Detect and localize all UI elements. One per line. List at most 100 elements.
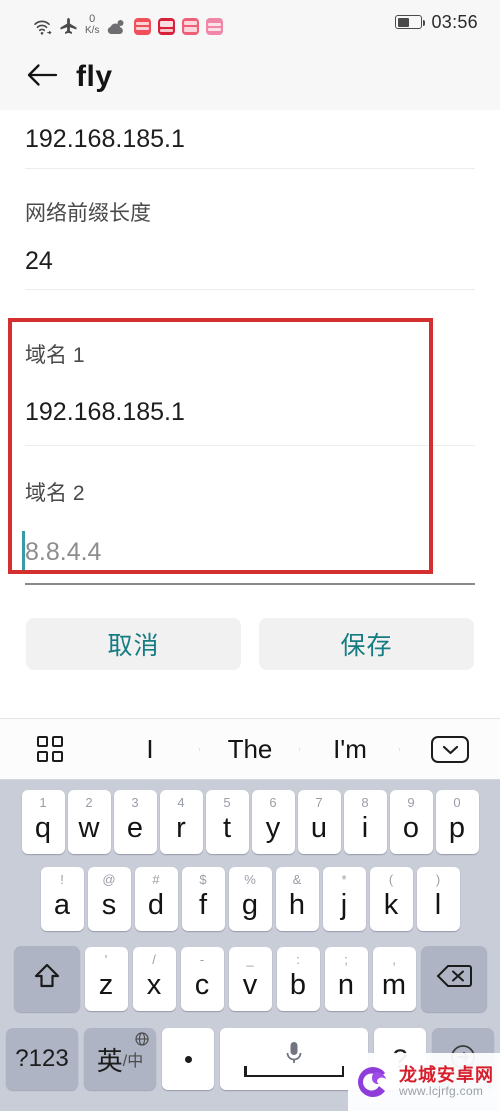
- watermark-site-name: 龙城安卓网: [399, 1064, 494, 1085]
- key-secondary-label: *: [341, 871, 347, 887]
- key-secondary-label: 4: [177, 794, 185, 810]
- back-arrow-icon: [25, 62, 59, 93]
- battery-icon: [395, 15, 426, 29]
- key-secondary-label: %: [244, 871, 256, 887]
- key-label: b: [289, 968, 307, 1001]
- suggestion-bar: I The I'm: [0, 718, 500, 780]
- period-key[interactable]: [162, 1028, 214, 1090]
- language-switch-key[interactable]: 英 /中: [84, 1028, 156, 1090]
- letter-key-e[interactable]: 3e: [113, 789, 157, 854]
- cancel-button[interactable]: 取消: [26, 618, 241, 670]
- app-notification-icon: [206, 18, 224, 35]
- app-notification-icon: [182, 18, 200, 35]
- weather-cloud-icon: [106, 19, 127, 36]
- globe-icon: [135, 1032, 149, 1051]
- key-secondary-label: ;: [344, 951, 348, 967]
- key-secondary-label: ': [104, 951, 108, 967]
- key-secondary-label: /: [152, 951, 156, 967]
- watermark-text: 龙城安卓网 www.lcjrfg.com: [399, 1064, 494, 1098]
- collapse-keyboard-button[interactable]: [400, 735, 500, 763]
- key-secondary-label: (: [388, 871, 394, 887]
- letter-key-h[interactable]: & h: [275, 866, 319, 931]
- app-notification-icon: [134, 18, 152, 35]
- letter-key-i[interactable]: 8i: [343, 789, 387, 854]
- letter-key-q[interactable]: 1q: [21, 789, 65, 854]
- letter-key-p[interactable]: 0p: [435, 789, 479, 854]
- suggestion-item[interactable]: The: [200, 734, 300, 765]
- key-secondary-label: $: [199, 871, 207, 887]
- suggestion-item[interactable]: I: [100, 734, 200, 765]
- key-label: s: [101, 888, 117, 921]
- prefix-length-label: 网络前缀长度: [25, 202, 151, 225]
- key-secondary-label: :: [296, 951, 300, 967]
- letter-key-x[interactable]: / x: [132, 946, 176, 1011]
- letter-key-z[interactable]: ' z: [84, 946, 128, 1011]
- save-button[interactable]: 保存: [259, 618, 474, 670]
- letter-key-y[interactable]: 6y: [251, 789, 295, 854]
- letter-key-l[interactable]: ) l: [416, 866, 460, 931]
- keyboard-row-3: ' z / x - c _ v: b; n, m: [0, 936, 500, 1018]
- key-secondary-label: @: [102, 871, 116, 887]
- prefix-length-value: 24: [25, 246, 53, 275]
- key-label: p: [448, 811, 466, 844]
- letter-key-j[interactable]: * j: [322, 866, 366, 931]
- key-secondary-label: 1: [39, 794, 47, 810]
- keyboard-row-2: ! a @ s # d $ f% g & h * j(k) l: [0, 858, 500, 936]
- status-bar: 0 K/s 03:56: [0, 0, 500, 44]
- back-button[interactable]: [14, 49, 70, 105]
- backspace-icon: [436, 963, 472, 994]
- key-label: o: [402, 811, 420, 844]
- shift-key[interactable]: [13, 945, 80, 1012]
- letter-key-f[interactable]: $ f: [181, 866, 225, 931]
- key-secondary-label: ,: [392, 951, 396, 967]
- key-secondary-label: _: [246, 951, 254, 967]
- key-secondary-label: -: [199, 951, 205, 967]
- letter-key-r[interactable]: 4r: [159, 789, 203, 854]
- language-key-main: 英: [96, 1045, 123, 1076]
- key-label: g: [241, 888, 259, 921]
- letter-key-v[interactable]: _ v: [228, 946, 272, 1011]
- letter-key-a[interactable]: ! a: [40, 866, 84, 931]
- letter-key-u[interactable]: 7u: [297, 789, 341, 854]
- letter-key-n[interactable]: ; n: [324, 946, 368, 1011]
- collapse-keyboard-icon: [431, 735, 469, 763]
- letter-key-k[interactable]: (k: [369, 866, 413, 931]
- letter-key-t[interactable]: 5t: [205, 789, 249, 854]
- key-label: f: [198, 888, 208, 921]
- key-secondary-label: ): [435, 871, 441, 887]
- key-label: a: [53, 888, 71, 921]
- letter-key-w[interactable]: 2w: [67, 789, 111, 854]
- key-label: h: [288, 888, 306, 921]
- letter-key-b[interactable]: :b: [276, 946, 320, 1011]
- letter-key-c[interactable]: -c: [180, 946, 224, 1011]
- app-bar: fly: [0, 44, 500, 110]
- prefix-length-field[interactable]: 24: [0, 233, 500, 289]
- symbols-key[interactable]: ?123: [6, 1028, 78, 1090]
- focused-field-underline: [25, 583, 475, 585]
- dragon-logo-icon: [352, 1060, 396, 1104]
- keyboard-menu-button[interactable]: [0, 736, 100, 762]
- letter-key-g[interactable]: % g: [228, 866, 272, 931]
- divider: [25, 289, 475, 290]
- backspace-key[interactable]: [420, 945, 487, 1012]
- wifi-icon: [33, 18, 52, 36]
- letter-key-m[interactable]: ,m: [372, 946, 416, 1011]
- letter-key-o[interactable]: 9o: [389, 789, 433, 854]
- suggestion-item[interactable]: I'm: [300, 734, 400, 765]
- status-bar-clock: 03:56: [431, 11, 478, 32]
- grid-menu-icon: [37, 736, 63, 762]
- key-secondary-label: 2: [85, 794, 93, 810]
- prefix-length-label-row: 网络前缀长度: [0, 169, 500, 233]
- keyboard-row-1: 1q2w3e4r5t6y7u8i9o0p: [0, 780, 500, 858]
- ip-address-field[interactable]: 192.168.185.1: [0, 110, 500, 168]
- letter-key-s[interactable]: @ s: [87, 866, 131, 931]
- key-label: m: [381, 968, 407, 1001]
- network-speed-value: 0: [89, 13, 96, 25]
- key-secondary-label: 8: [361, 794, 369, 810]
- key-label: q: [34, 811, 52, 844]
- space-key[interactable]: [220, 1028, 368, 1090]
- letter-key-d[interactable]: # d: [134, 866, 178, 931]
- key-label: w: [78, 811, 100, 844]
- status-bar-right: 03:56: [395, 12, 500, 33]
- key-label: u: [310, 811, 328, 844]
